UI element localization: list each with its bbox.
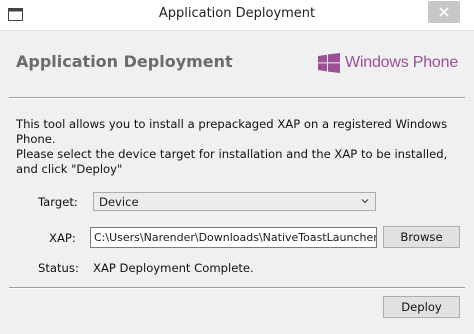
- description: This tool allows you to install a prepac…: [16, 117, 466, 177]
- window-title: Application Deployment: [158, 6, 316, 21]
- status-value: XAP Deployment Complete.: [93, 261, 254, 275]
- footer-divider: [9, 287, 465, 289]
- brand-name: Windows Phone: [345, 54, 459, 71]
- status-label: Status:: [38, 261, 79, 275]
- target-select[interactable]: Device: [93, 192, 376, 211]
- page-heading: Application Deployment: [16, 52, 233, 71]
- title-bar: Application Deployment: [0, 0, 474, 31]
- brand-logo: Windows Phone: [318, 51, 458, 75]
- xap-path-value: C:\Users\Narender\Downloads\NativeToastL…: [94, 231, 377, 244]
- xap-path-input[interactable]: C:\Users\Narender\Downloads\NativeToastL…: [90, 227, 377, 248]
- windows-logo-icon: [318, 53, 340, 73]
- target-label: Target:: [38, 195, 78, 209]
- close-button[interactable]: [428, 1, 460, 23]
- header-banner: Application Deployment Windows Phone: [0, 31, 474, 96]
- chevron-down-icon: [361, 199, 369, 204]
- description-line-1: This tool allows you to install a prepac…: [16, 117, 448, 146]
- target-select-value: Device: [99, 195, 139, 209]
- xap-label: XAP:: [49, 231, 76, 245]
- deploy-button[interactable]: Deploy: [383, 296, 460, 318]
- header-divider: [9, 97, 465, 99]
- description-line-2: Please select the device target for inst…: [16, 147, 448, 176]
- browse-button[interactable]: Browse: [383, 226, 460, 248]
- close-icon: [439, 7, 449, 17]
